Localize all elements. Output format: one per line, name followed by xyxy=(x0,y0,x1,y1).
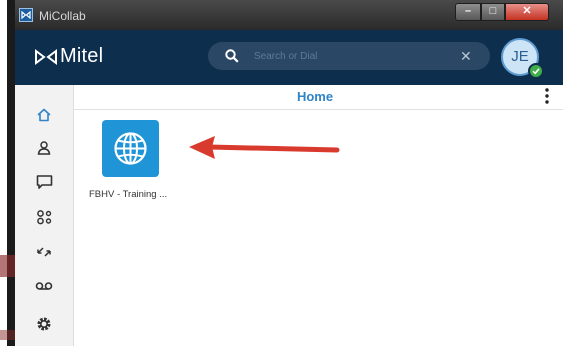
search-icon[interactable] xyxy=(225,49,239,63)
sidebar-item-home[interactable] xyxy=(15,103,73,131)
minimize-button[interactable]: – xyxy=(455,3,481,21)
search-input[interactable] xyxy=(254,47,444,65)
mitel-logo-icon xyxy=(34,48,58,66)
presence-available-icon xyxy=(528,63,544,79)
background-window-fragment xyxy=(0,330,16,340)
settings-icon xyxy=(36,316,52,337)
page-title: Home xyxy=(296,89,334,104)
background-window-fragment xyxy=(0,255,16,277)
close-window-button[interactable]: ✕ xyxy=(505,3,549,21)
sidebar-item-conferences[interactable] xyxy=(15,205,73,233)
sidebar-item-call-history[interactable] xyxy=(15,240,73,268)
more-options-icon[interactable] xyxy=(540,85,554,109)
conference-icon xyxy=(36,209,53,230)
contacts-icon xyxy=(36,140,52,161)
sidebar-item-voicemail[interactable] xyxy=(15,274,73,302)
micollab-window: MiCollab – □ ✕ Mitel ✕ JE xyxy=(15,0,563,346)
mitel-logo: Mitel xyxy=(34,45,103,68)
tile-label: FBHV - Training ... xyxy=(89,189,168,200)
sidebar-item-contacts[interactable] xyxy=(15,136,73,164)
background-window-frame xyxy=(7,0,15,346)
sidebar-item-chat[interactable] xyxy=(15,170,73,198)
clear-search-icon[interactable]: ✕ xyxy=(460,48,472,64)
window-title: MiCollab xyxy=(39,9,86,23)
maximize-button[interactable]: □ xyxy=(481,3,505,21)
window-controls: – □ ✕ xyxy=(455,3,549,21)
search-bar[interactable]: ✕ xyxy=(208,42,490,70)
window-titlebar[interactable]: MiCollab – □ ✕ xyxy=(15,0,563,30)
chat-icon xyxy=(36,174,53,195)
logo-text: Mitel xyxy=(60,45,104,67)
home-icon xyxy=(36,107,52,128)
annotation-arrow xyxy=(189,136,340,159)
micollab-app-icon xyxy=(19,8,33,22)
background-window-edge xyxy=(0,0,16,346)
call-history-icon xyxy=(36,244,52,265)
voicemail-icon xyxy=(35,279,53,297)
sidebar-item-settings[interactable] xyxy=(15,312,73,340)
page-header: Home xyxy=(73,85,563,110)
sidebar-nav xyxy=(15,85,74,346)
globe-icon[interactable] xyxy=(102,120,159,177)
app-header: Mitel ✕ JE xyxy=(15,30,563,85)
